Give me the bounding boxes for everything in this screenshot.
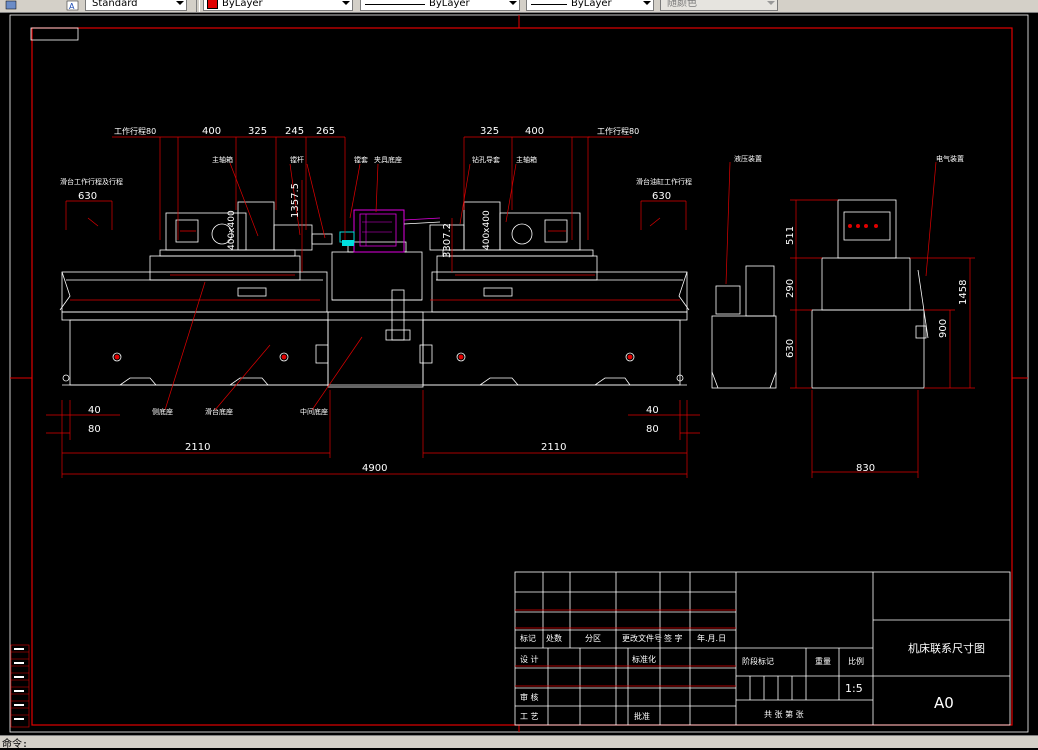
tb-row-process: 工 艺: [520, 712, 539, 721]
label-electrical: 电气装置: [936, 154, 964, 163]
dimension-lines: [46, 136, 975, 478]
svg-text:A: A: [69, 2, 75, 11]
fixture-highlight: [339, 209, 441, 253]
dim-tool-stroke-right: 工作行程80: [597, 126, 639, 136]
label-boring-bar: 镗杆: [290, 155, 304, 164]
plot-style-select[interactable]: 随颜色: [660, 0, 778, 11]
toolbar-separator: [196, 0, 200, 12]
dim-40-left: 40: [88, 405, 101, 416]
dim-4900: 4900: [362, 463, 387, 474]
corner-label-box: [30, 27, 79, 41]
dim-3307: 3307.2: [442, 223, 453, 258]
dim-630-right: 630: [652, 191, 671, 202]
revision-strip: [10, 644, 30, 728]
label-fixture: 夹具底座: [374, 155, 402, 164]
dim-265: 265: [316, 126, 335, 137]
dim-630-vertical: 630: [785, 339, 796, 358]
dim-2110-right: 2110: [541, 442, 566, 453]
tb-sheet-size: A0: [934, 694, 954, 712]
dim-1357: 1357.5: [290, 183, 301, 218]
dim-245: 245: [285, 126, 304, 137]
electrical-panel-buttons: [848, 224, 878, 228]
lineweight-preview-icon: [531, 3, 567, 5]
toolbar-grip-icon: [4, 0, 18, 10]
tb-approve: 批准: [634, 711, 650, 721]
dim-400-left: 400: [202, 126, 221, 137]
tb-scale-label: 比例: [848, 656, 864, 666]
linetype-select[interactable]: ByLayer: [360, 0, 520, 11]
label-middle-base: 中间底座: [300, 407, 328, 416]
tb-row-design: 设 计: [520, 654, 539, 664]
dim-511: 511: [785, 226, 796, 245]
color-select[interactable]: ByLayer: [203, 0, 353, 11]
label-spindle-guide: 钻孔导套: [472, 155, 500, 164]
tb-sheets: 共 张 第 张: [764, 709, 804, 719]
machine-front-view: [59, 201, 690, 388]
tb-header-count: 处数: [546, 633, 562, 643]
label-hydraulic-left: 滑台工作行程及行程: [60, 177, 123, 186]
tb-row-review: 审 核: [520, 692, 539, 702]
color-swatch-icon: [207, 0, 218, 9]
label-hydraulic-right: 滑台油缸工作行程: [636, 177, 692, 186]
dim-325-left: 325: [248, 126, 267, 137]
dim-box-right: 400x400: [482, 210, 492, 250]
label-slide: 滑台底座: [205, 407, 233, 416]
tb-header-zone: 分区: [585, 634, 601, 643]
label-base: 侧底座: [152, 407, 173, 416]
sheet-inner-border: [31, 27, 1013, 726]
tb-header-doc-no: 更改文件号: [622, 633, 662, 643]
label-spindle-box-left: 主轴箱: [212, 155, 233, 164]
dim-290: 290: [785, 279, 796, 298]
dim-2110-left: 2110: [185, 442, 210, 453]
dim-80-right: 80: [646, 424, 659, 435]
label-guide: 镗套: [354, 155, 368, 164]
command-prompt: 命令:: [2, 739, 29, 750]
tb-header-sign: 签 字: [664, 633, 683, 643]
text-style-select[interactable]: Standard: [85, 0, 187, 11]
dim-830: 830: [856, 463, 875, 474]
lineweight-select[interactable]: ByLayer: [526, 0, 654, 11]
command-line[interactable]: 命令:: [0, 735, 1038, 750]
dim-400-right: 400: [525, 126, 544, 137]
properties-toolbar: A Standard ByLayer ByLayer ByLayer 随颜色: [0, 0, 1038, 13]
tb-row-standard: 标准化: [632, 654, 656, 664]
title-block-texts: 标记 处数 分区 更改文件号 签 字 年.月.日 设 计 标准化 审 核 工 艺…: [520, 633, 985, 721]
label-spindle-box-right: 主轴箱: [516, 155, 537, 164]
tb-header-mark: 标记: [520, 633, 536, 643]
dim-630-left: 630: [78, 191, 97, 202]
label-hydraulic-station: 液压装置: [734, 154, 762, 163]
dim-325-right: 325: [480, 126, 499, 137]
tb-weight: 重量: [815, 656, 831, 666]
dim-box-left: 400x400: [227, 210, 237, 250]
tb-scale-value: 1:5: [845, 682, 863, 695]
text-style-icon[interactable]: A: [66, 0, 80, 11]
dim-80-left: 80: [88, 424, 101, 435]
dim-900: 900: [938, 319, 949, 338]
centering-marks: [10, 15, 1028, 732]
drawing-canvas[interactable]: 工作行程80 400 325 245 265 325 400 工作行程80 63…: [0, 13, 1038, 735]
tb-header-date: 年.月.日: [697, 633, 726, 643]
tb-drawing-title: 机床联系尺寸图: [908, 641, 985, 655]
sheet-outer-border: [9, 14, 1029, 733]
dim-tool-stroke-left: 工作行程80: [114, 126, 156, 136]
linetype-preview-icon: [365, 3, 425, 5]
tb-stage-mark: 阶段标记: [742, 656, 774, 666]
dim-1458: 1458: [958, 280, 969, 305]
side-view: [711, 199, 929, 389]
dim-40-right: 40: [646, 405, 659, 416]
